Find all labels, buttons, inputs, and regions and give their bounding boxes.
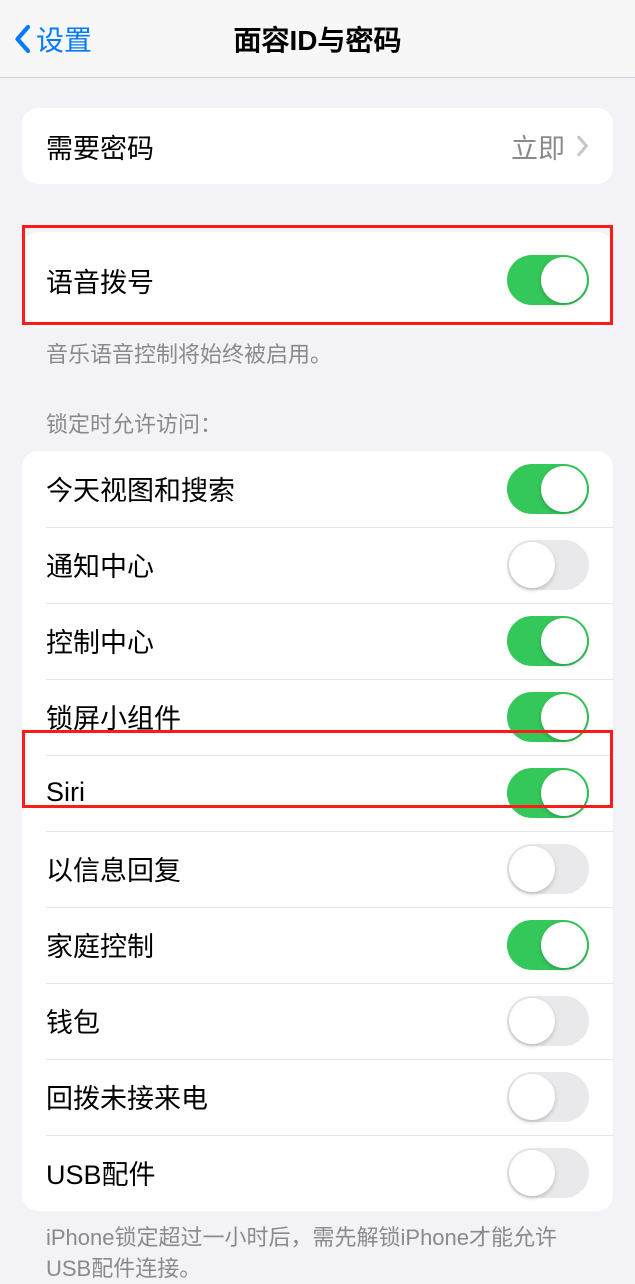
row-label: USB配件 <box>46 1153 507 1192</box>
row-label: 回拨未接来电 <box>46 1077 507 1116</box>
row-lock-access-item: 回拨未接来电 <box>22 1059 613 1135</box>
toggle-knob <box>509 846 555 892</box>
row-lock-access-item: USB配件 <box>22 1135 613 1211</box>
row-lock-access-item: 以信息回复 <box>22 831 613 907</box>
page-title: 面容ID与密码 <box>233 19 401 59</box>
row-value: 立即 <box>511 127 565 166</box>
row-lock-access-item: 控制中心 <box>22 603 613 679</box>
toggle-knob <box>541 922 587 968</box>
back-label: 设置 <box>36 19 92 59</box>
toggle-通知中心[interactable] <box>507 540 589 590</box>
toggle-siri[interactable] <box>507 768 589 818</box>
row-lock-access-item: 今天视图和搜索 <box>22 451 613 527</box>
toggle-knob <box>541 257 587 303</box>
row-label: 今天视图和搜索 <box>46 469 507 508</box>
group-lock-access: 今天视图和搜索通知中心控制中心锁屏小组件 Siri 以信息回复家庭控制钱包回拨未接来… <box>22 451 613 1211</box>
row-label: 家庭控制 <box>46 925 507 964</box>
row-lock-access-item: 钱包 <box>22 983 613 1059</box>
lock-access-header: 锁定时允许访问： <box>22 407 613 451</box>
row-voice-dial: 语音拨号 <box>22 232 613 328</box>
row-label: 需要密码 <box>46 127 511 166</box>
row-label: 通知中心 <box>46 545 507 584</box>
toggle-usb配件[interactable] <box>507 1148 589 1198</box>
row-require-passcode[interactable]: 需要密码 立即 <box>22 108 613 184</box>
row-lock-access-item: 家庭控制 <box>22 907 613 983</box>
back-button[interactable]: 设置 <box>12 19 92 59</box>
lock-access-footer: iPhone锁定超过一小时后，需先解锁iPhone才能允许USB配件连接。 <box>22 1211 613 1284</box>
group-require-passcode: 需要密码 立即 <box>22 108 613 184</box>
row-lock-access-item: 通知中心 <box>22 527 613 603</box>
toggle-knob <box>509 542 555 588</box>
toggle-knob <box>509 1074 555 1120</box>
voice-dial-footer: 音乐语音控制将始终被启用。 <box>22 328 613 371</box>
nav-bar: 设置 面容ID与密码 <box>0 0 635 78</box>
row-label: 以信息回复 <box>46 849 507 888</box>
toggle-voice-dial[interactable] <box>507 255 589 305</box>
row-lock-access-item: 锁屏小组件 <box>22 679 613 755</box>
toggle-锁屏小组件[interactable] <box>507 692 589 742</box>
toggle-回拨未接来电[interactable] <box>507 1072 589 1122</box>
row-label: 语音拨号 <box>46 261 507 300</box>
row-label: Siri <box>46 777 507 808</box>
toggle-knob <box>541 770 587 816</box>
toggle-今天视图和搜索[interactable] <box>507 464 589 514</box>
toggle-knob <box>541 466 587 512</box>
row-label: 控制中心 <box>46 621 507 660</box>
toggle-控制中心[interactable] <box>507 616 589 666</box>
toggle-钱包[interactable] <box>507 996 589 1046</box>
row-label: 锁屏小组件 <box>46 697 507 736</box>
toggle-knob <box>509 1150 555 1196</box>
row-label: 钱包 <box>46 1001 507 1040</box>
toggle-knob <box>541 694 587 740</box>
chevron-right-icon <box>575 135 589 157</box>
toggle-以信息回复[interactable] <box>507 844 589 894</box>
toggle-家庭控制[interactable] <box>507 920 589 970</box>
toggle-knob <box>541 618 587 664</box>
row-lock-access-item: Siri <box>22 755 613 831</box>
toggle-knob <box>509 998 555 1044</box>
group-voice-dial: 语音拨号 <box>22 232 613 328</box>
chevron-left-icon <box>12 24 32 54</box>
